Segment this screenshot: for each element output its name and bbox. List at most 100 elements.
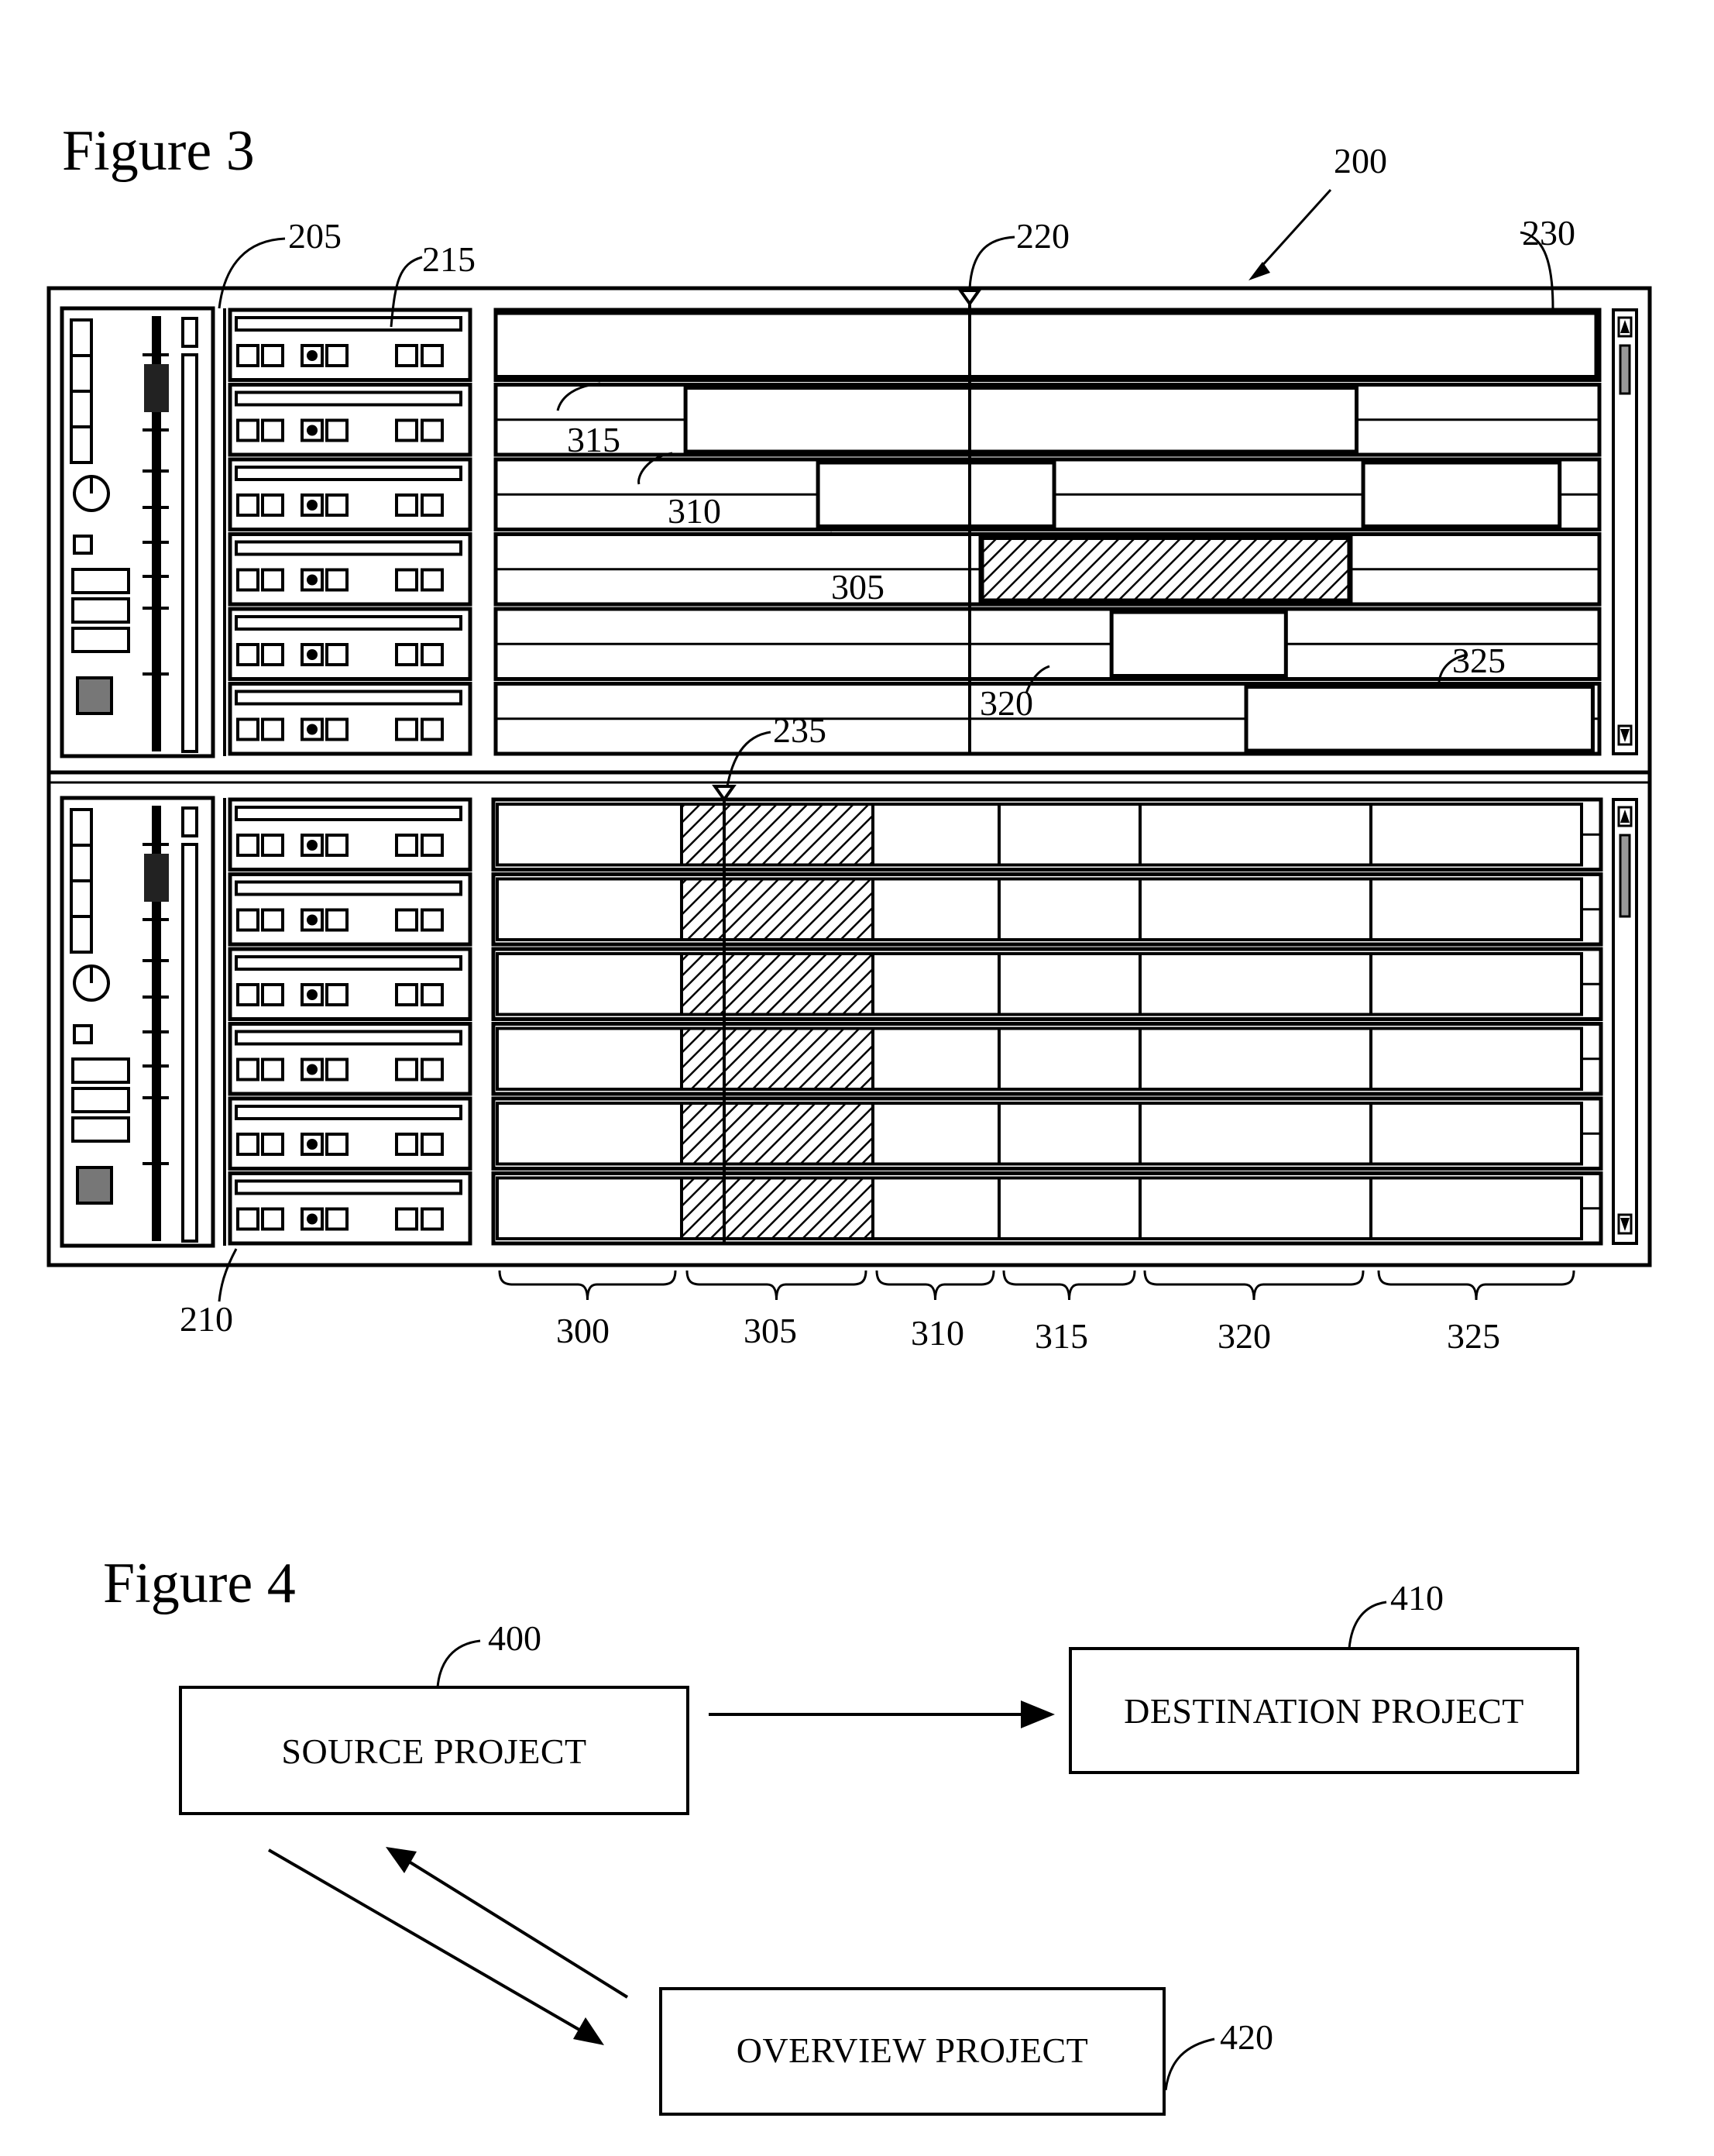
clip-325[interactable] [1244,685,1595,753]
clip-300-a[interactable] [493,311,1599,379]
clip-320[interactable] [1109,610,1288,678]
track-button[interactable] [421,418,444,442]
control-button[interactable] [70,318,93,357]
control-button[interactable] [70,808,93,847]
segment-315[interactable] [998,877,1142,941]
track-button[interactable] [236,568,259,592]
track-button[interactable] [325,834,349,857]
segment-300[interactable] [496,1176,683,1240]
segment-310[interactable] [871,877,1001,941]
track-button[interactable] [395,493,418,517]
track-button[interactable] [261,1133,284,1156]
segment-320[interactable] [1139,1026,1372,1091]
track-header[interactable] [228,308,472,382]
track-button[interactable] [236,643,259,666]
track-header[interactable] [228,797,472,872]
segment-315[interactable] [998,952,1142,1016]
track-button[interactable] [421,568,444,592]
segment-315[interactable] [998,1026,1142,1091]
control-button[interactable] [70,879,93,918]
track-button[interactable] [261,643,284,666]
playhead-235-marker[interactable] [712,785,737,803]
track-button[interactable] [325,1057,349,1081]
track-button[interactable] [261,493,284,517]
track-button[interactable] [395,983,418,1006]
track-name-field[interactable] [235,316,462,332]
track-button[interactable] [395,1133,418,1156]
track-header[interactable] [228,682,472,756]
segment-320[interactable] [1139,803,1372,867]
clip-310[interactable] [816,460,1056,528]
segment-320[interactable] [1139,1176,1372,1240]
track-name-field[interactable] [235,615,462,631]
scroll-thumb[interactable] [1619,834,1631,918]
track-button[interactable] [261,908,284,932]
field-button[interactable] [71,1116,130,1143]
track-button[interactable] [421,1133,444,1156]
track-button[interactable] [261,983,284,1006]
segment-325[interactable] [1369,1176,1583,1240]
track-button[interactable] [421,834,444,857]
segment-305[interactable] [680,803,874,867]
segment-310[interactable] [871,1176,1001,1240]
track-name-field[interactable] [235,689,462,706]
track-button[interactable] [236,1207,259,1231]
track-button[interactable] [325,1207,349,1231]
segment-300[interactable] [496,803,683,867]
track-button[interactable] [236,908,259,932]
track-button[interactable] [325,1133,349,1156]
track-button[interactable] [395,1207,418,1231]
track-name-field[interactable] [235,1105,462,1120]
track-button[interactable] [421,344,444,367]
segment-325[interactable] [1369,877,1583,941]
segment-325[interactable] [1369,1102,1583,1166]
track-button[interactable] [421,643,444,666]
track-button[interactable] [325,493,349,517]
track-button[interactable] [421,493,444,517]
track-button[interactable] [261,344,284,367]
segment-300[interactable] [496,1102,683,1166]
track-button[interactable] [395,717,418,741]
color-swatch[interactable] [76,676,113,715]
track-header[interactable] [228,947,472,1021]
segment-315[interactable] [998,803,1142,867]
track-button[interactable] [325,983,349,1006]
segment-305[interactable] [680,1102,874,1166]
track-button[interactable] [395,418,418,442]
segment-325[interactable] [1369,803,1583,867]
segment-325[interactable] [1369,952,1583,1016]
segment-300[interactable] [496,952,683,1016]
segment-300[interactable] [496,877,683,941]
track-button[interactable] [261,418,284,442]
segment-305[interactable] [680,1176,874,1240]
lower-scrollbar[interactable] [1612,798,1638,1245]
track-header[interactable] [228,872,472,947]
clip-305[interactable] [978,535,1353,604]
track-button[interactable] [421,1057,444,1081]
field-button[interactable] [71,1057,130,1084]
track-button[interactable] [236,983,259,1006]
track-button[interactable] [325,568,349,592]
fader-handle[interactable] [144,854,169,902]
color-swatch[interactable] [76,1166,113,1205]
control-button[interactable] [70,425,93,464]
segment-305[interactable] [680,1026,874,1091]
track-button[interactable] [395,643,418,666]
clip-315[interactable] [683,386,1358,454]
track-button[interactable] [421,983,444,1006]
segment-310[interactable] [871,952,1001,1016]
segment-310[interactable] [871,803,1001,867]
segment-320[interactable] [1139,952,1372,1016]
track-button[interactable] [395,568,418,592]
track-button[interactable] [395,1057,418,1081]
track-button[interactable] [236,1133,259,1156]
field-button[interactable] [71,627,130,653]
track-button[interactable] [395,834,418,857]
track-button[interactable] [325,717,349,741]
track-button[interactable] [261,1207,284,1231]
track-button[interactable] [261,717,284,741]
track-button[interactable] [236,1057,259,1081]
segment-320[interactable] [1139,877,1372,941]
track-button[interactable] [325,908,349,932]
track-button[interactable] [421,908,444,932]
